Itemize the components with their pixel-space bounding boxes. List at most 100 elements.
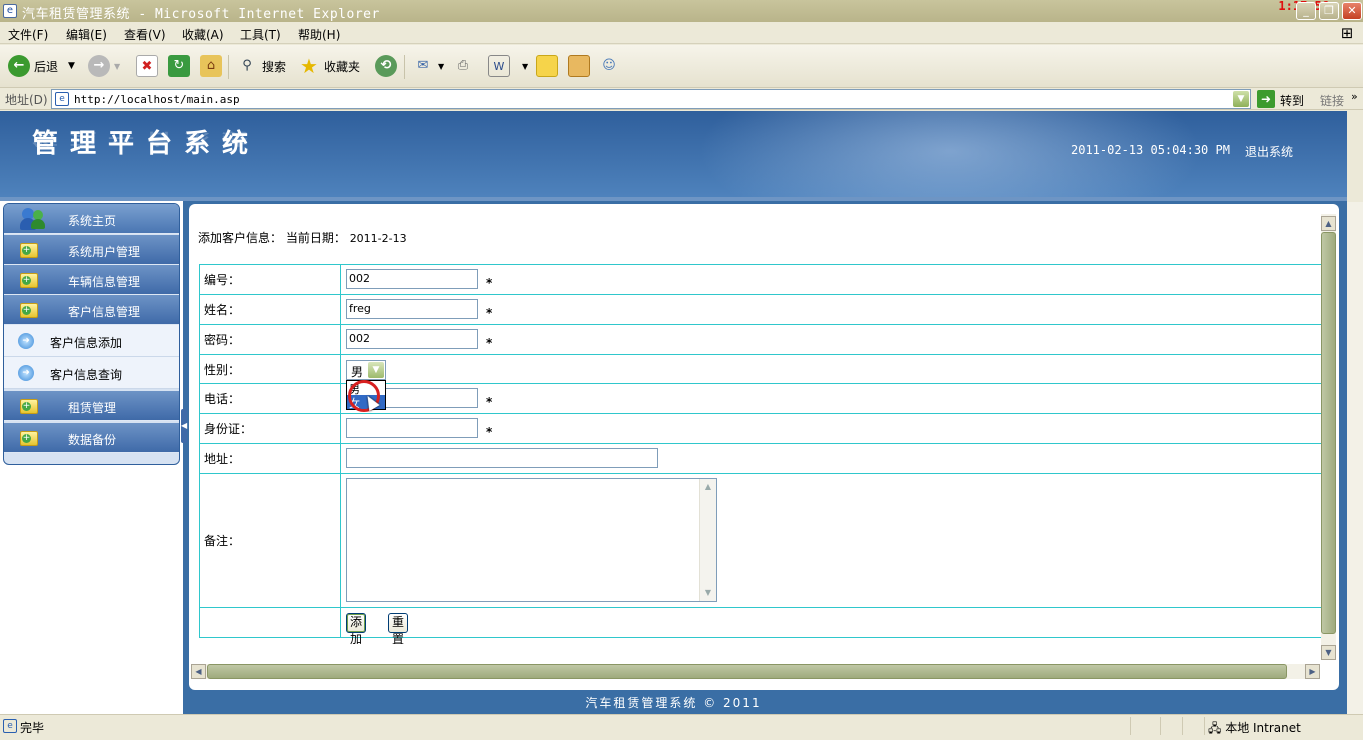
gender-select[interactable]: 男 ▼ bbox=[346, 360, 386, 380]
arrow-circle-icon: ➜ bbox=[18, 365, 34, 381]
scroll-thumb[interactable] bbox=[207, 664, 1287, 679]
arrow-circle-icon: ➜ bbox=[18, 333, 34, 349]
textarea-scrollbar[interactable]: ▲ ▼ bbox=[699, 479, 716, 601]
word-icon: W bbox=[488, 55, 510, 77]
print-button[interactable]: ⎙ bbox=[452, 53, 474, 79]
maximize-button[interactable]: ❐ bbox=[1319, 2, 1339, 20]
chevron-right-icon[interactable]: » bbox=[1351, 90, 1358, 103]
customer-name-input[interactable]: freg bbox=[346, 299, 478, 319]
required-mark: * bbox=[486, 395, 493, 409]
minimize-button[interactable]: _ bbox=[1296, 2, 1316, 20]
window-title: 汽车租赁管理系统 - Microsoft Internet Explorer bbox=[22, 7, 380, 22]
favorites-button[interactable]: ★ 收藏夹 bbox=[298, 53, 360, 79]
logout-link[interactable]: 退出系统 bbox=[1245, 143, 1293, 160]
scroll-up-icon[interactable]: ▲ bbox=[701, 480, 715, 494]
address-label: 地址(D) bbox=[5, 93, 48, 107]
go-arrow-icon[interactable]: ➜ bbox=[1257, 90, 1275, 108]
folder-add-icon bbox=[20, 431, 38, 446]
form-label-cell: 备注： bbox=[200, 474, 341, 607]
scroll-thumb[interactable] bbox=[1321, 232, 1336, 634]
scroll-right-icon[interactable]: ▶ bbox=[1305, 664, 1320, 679]
sidebar-item-home[interactable]: 系统主页 bbox=[4, 204, 179, 234]
mouse-cursor-highlight bbox=[348, 380, 380, 412]
edit-button[interactable]: W ▼ bbox=[488, 53, 528, 79]
toolbar-separator bbox=[228, 55, 229, 79]
required-mark: * bbox=[486, 336, 493, 350]
menu-file[interactable]: 文件(F) bbox=[8, 26, 48, 43]
field-label: 身份证： bbox=[204, 422, 253, 436]
go-button[interactable]: 转到 bbox=[1280, 92, 1304, 109]
folder-add-icon bbox=[20, 273, 38, 288]
address-input[interactable]: e http://localhost/main.asp ▼ bbox=[51, 89, 1251, 109]
menu-view[interactable]: 查看(V) bbox=[124, 26, 166, 43]
page-icon: e bbox=[55, 92, 69, 106]
header-datetime: 2011-02-13 05:04:30 PM bbox=[1071, 143, 1230, 157]
content-horizontal-scrollbar[interactable]: ◀ ▶ bbox=[191, 664, 1320, 679]
notes-textarea[interactable]: ▲ ▼ bbox=[346, 478, 717, 602]
address-dropdown-icon[interactable]: ▼ bbox=[1233, 91, 1249, 107]
zone-label: 本地 Intranet bbox=[1225, 721, 1301, 735]
notes-button[interactable] bbox=[536, 53, 558, 79]
print-icon: ⎙ bbox=[457, 58, 469, 73]
close-button[interactable]: ✕ bbox=[1342, 2, 1362, 20]
back-dropdown-icon[interactable]: ▼ bbox=[68, 61, 75, 71]
search-button[interactable]: ⚲ 搜索 bbox=[236, 53, 286, 79]
window-titlebar: e 汽车租赁管理系统 - Microsoft Internet Explorer… bbox=[0, 0, 1363, 22]
customer-id-input[interactable]: 002 bbox=[346, 269, 478, 289]
site-footer: 汽车租赁管理系统 © 2011 bbox=[585, 696, 762, 710]
refresh-icon: ↻ bbox=[168, 55, 190, 77]
chevron-down-icon[interactable]: ▼ bbox=[368, 362, 384, 378]
sidebar-item-vehicles[interactable]: 车辆信息管理 bbox=[4, 265, 179, 295]
page-done-icon: e bbox=[3, 719, 17, 733]
mail-dropdown-icon: ▼ bbox=[438, 61, 445, 71]
sidebar-subitem-add-customer[interactable]: ➜ 客户信息添加 bbox=[4, 325, 179, 357]
add-button[interactable]: 添加 bbox=[346, 613, 367, 646]
address-url: http://localhost/main.asp bbox=[74, 93, 240, 106]
site-logo-reflection: 管理平台系统 bbox=[32, 129, 261, 148]
menu-tools[interactable]: 工具(T) bbox=[240, 26, 281, 43]
users-icon bbox=[20, 208, 46, 230]
sidebar-item-users[interactable]: 系统用户管理 bbox=[4, 235, 179, 265]
scroll-down-icon[interactable]: ▼ bbox=[701, 586, 715, 600]
id-card-input[interactable] bbox=[346, 418, 478, 438]
status-pane bbox=[1160, 717, 1161, 735]
customer-form: 编号： 002 * 姓名： freg * 密码： 002 * 性别： 男 ▼ 电… bbox=[199, 264, 1323, 646]
research-button[interactable] bbox=[568, 53, 590, 79]
sidebar-item-customers[interactable]: 客户信息管理 bbox=[4, 295, 179, 325]
menu-favorites[interactable]: 收藏(A) bbox=[182, 26, 224, 43]
edit-dropdown-icon: ▼ bbox=[522, 61, 529, 71]
scroll-up-icon[interactable]: ▲ bbox=[1321, 216, 1336, 231]
home-button[interactable]: ⌂ bbox=[200, 53, 222, 79]
sidebar-item-backup[interactable]: 数据备份 bbox=[4, 423, 179, 453]
required-mark: * bbox=[486, 425, 493, 439]
content-vertical-scrollbar[interactable]: ▲ ▼ bbox=[1321, 214, 1336, 660]
menu-edit[interactable]: 编辑(E) bbox=[66, 26, 107, 43]
sidebar-subitem-query-customer[interactable]: ➜ 客户信息查询 bbox=[4, 357, 179, 389]
stop-button[interactable]: ✖ bbox=[136, 53, 158, 79]
form-row-id: 编号： 002 * bbox=[200, 265, 1323, 295]
password-input[interactable]: 002 bbox=[346, 329, 478, 349]
scroll-left-icon[interactable]: ◀ bbox=[191, 664, 206, 679]
sidebar-item-label: 车辆信息管理 bbox=[68, 275, 141, 289]
sidebar-collapse-handle[interactable]: ◀ bbox=[181, 409, 187, 443]
back-button[interactable]: ← 后退 ▼ bbox=[8, 53, 75, 79]
mail-button[interactable]: ✉ ▼ bbox=[412, 53, 445, 79]
history-button[interactable]: ⟲ bbox=[375, 53, 397, 79]
refresh-button[interactable]: ↻ bbox=[168, 53, 190, 79]
sidebar-item-label: 客户信息管理 bbox=[68, 305, 141, 319]
sidebar-item-label: 系统用户管理 bbox=[68, 245, 141, 259]
field-label: 密码： bbox=[204, 333, 241, 347]
reset-button[interactable]: 重置 bbox=[388, 613, 409, 646]
links-label[interactable]: 链接 bbox=[1320, 92, 1344, 109]
windows-logo-icon: ⊞ bbox=[1340, 24, 1354, 42]
scroll-down-icon[interactable]: ▼ bbox=[1321, 645, 1336, 660]
address-field[interactable] bbox=[346, 448, 658, 468]
forward-button[interactable]: → ▼ bbox=[88, 53, 120, 79]
form-row-actions: 添加 重置 bbox=[200, 608, 1323, 646]
browser-scrollbar[interactable] bbox=[1347, 202, 1363, 714]
messenger-button[interactable]: ☺ bbox=[598, 53, 620, 79]
menu-help[interactable]: 帮助(H) bbox=[298, 26, 340, 43]
form-label-cell: 密码： bbox=[200, 325, 341, 354]
sidebar-item-rentals[interactable]: 租赁管理 bbox=[4, 391, 179, 421]
back-arrow-icon: ← bbox=[8, 55, 30, 77]
